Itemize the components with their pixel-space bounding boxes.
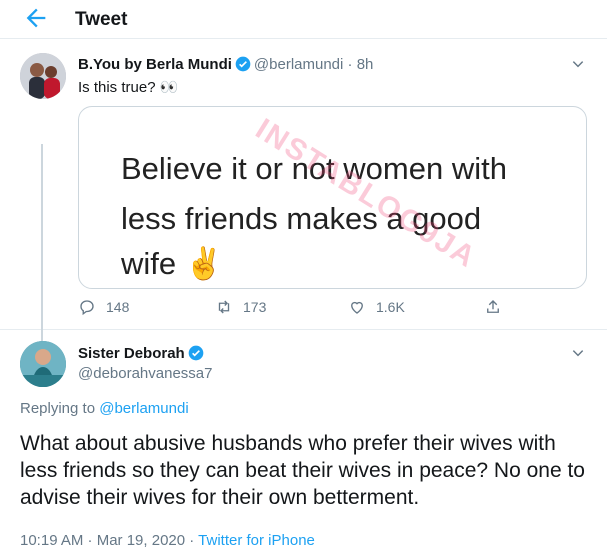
tweet-image[interactable]: Believe it or not women with less friend… [78, 106, 587, 289]
retweet-icon [218, 300, 230, 314]
tweet-author: B.You by Berla Mundi @berlamundi · 8h [78, 56, 373, 73]
retweet-count: 173 [243, 299, 267, 315]
arrow-left-icon[interactable] [22, 4, 50, 32]
like-button[interactable]: 1.6K [348, 298, 405, 316]
avatar[interactable] [20, 53, 66, 99]
share-icon [487, 300, 499, 313]
verified-badge-icon [235, 56, 251, 72]
avatar[interactable] [20, 341, 66, 387]
original-tweet[interactable]: B.You by Berla Mundi @berlamundi · 8h Is … [0, 40, 607, 366]
tweet-text: Is this true? 👀 [78, 79, 179, 96]
watermark: INSTABLOG9JA [249, 112, 483, 275]
tweet-meta: 10:19 AM · Mar 19, 2020 · Twitter for iP… [20, 532, 315, 549]
share-button[interactable] [484, 298, 512, 316]
tweet-text: What about abusive husbands who prefer t… [20, 432, 585, 509]
chevron-down-icon[interactable] [571, 346, 585, 360]
replying-to-link[interactable]: @berlamundi [99, 400, 188, 417]
tweet-time[interactable]: 8h [357, 56, 374, 73]
focused-tweet: Sister Deborah @deborahvanessa7 Replying… [0, 331, 607, 554]
retweet-button[interactable]: 173 [215, 298, 266, 316]
tweet-actions: 148 173 1.6K [78, 298, 587, 320]
author-name[interactable]: B.You by Berla Mundi [78, 56, 232, 73]
page-title: Tweet [75, 9, 128, 30]
reply-icon [80, 300, 94, 316]
tweet-timestamp[interactable]: 10:19 AM · Mar 19, 2020 · [20, 532, 198, 549]
verified-badge-icon [188, 345, 204, 361]
author-handle[interactable]: @berlamundi [254, 56, 343, 73]
author-handle[interactable]: @deborahvanessa7 [78, 365, 213, 382]
tweet-source-link[interactable]: Twitter for iPhone [198, 532, 315, 549]
like-count: 1.6K [376, 299, 405, 315]
replying-to: Replying to @berlamundi [20, 400, 189, 417]
reply-count: 148 [106, 299, 130, 315]
reply-button[interactable]: 148 [78, 298, 129, 316]
chevron-down-icon[interactable] [571, 57, 585, 71]
separator-dot: · [343, 56, 357, 73]
image-text-line: wife ✌️ [121, 246, 224, 281]
author-name[interactable]: Sister Deborah [78, 345, 185, 362]
header-bar: Tweet [0, 0, 607, 39]
heart-icon [351, 301, 363, 314]
replying-to-label: Replying to [20, 400, 96, 417]
tweet-author: Sister Deborah [78, 345, 207, 362]
